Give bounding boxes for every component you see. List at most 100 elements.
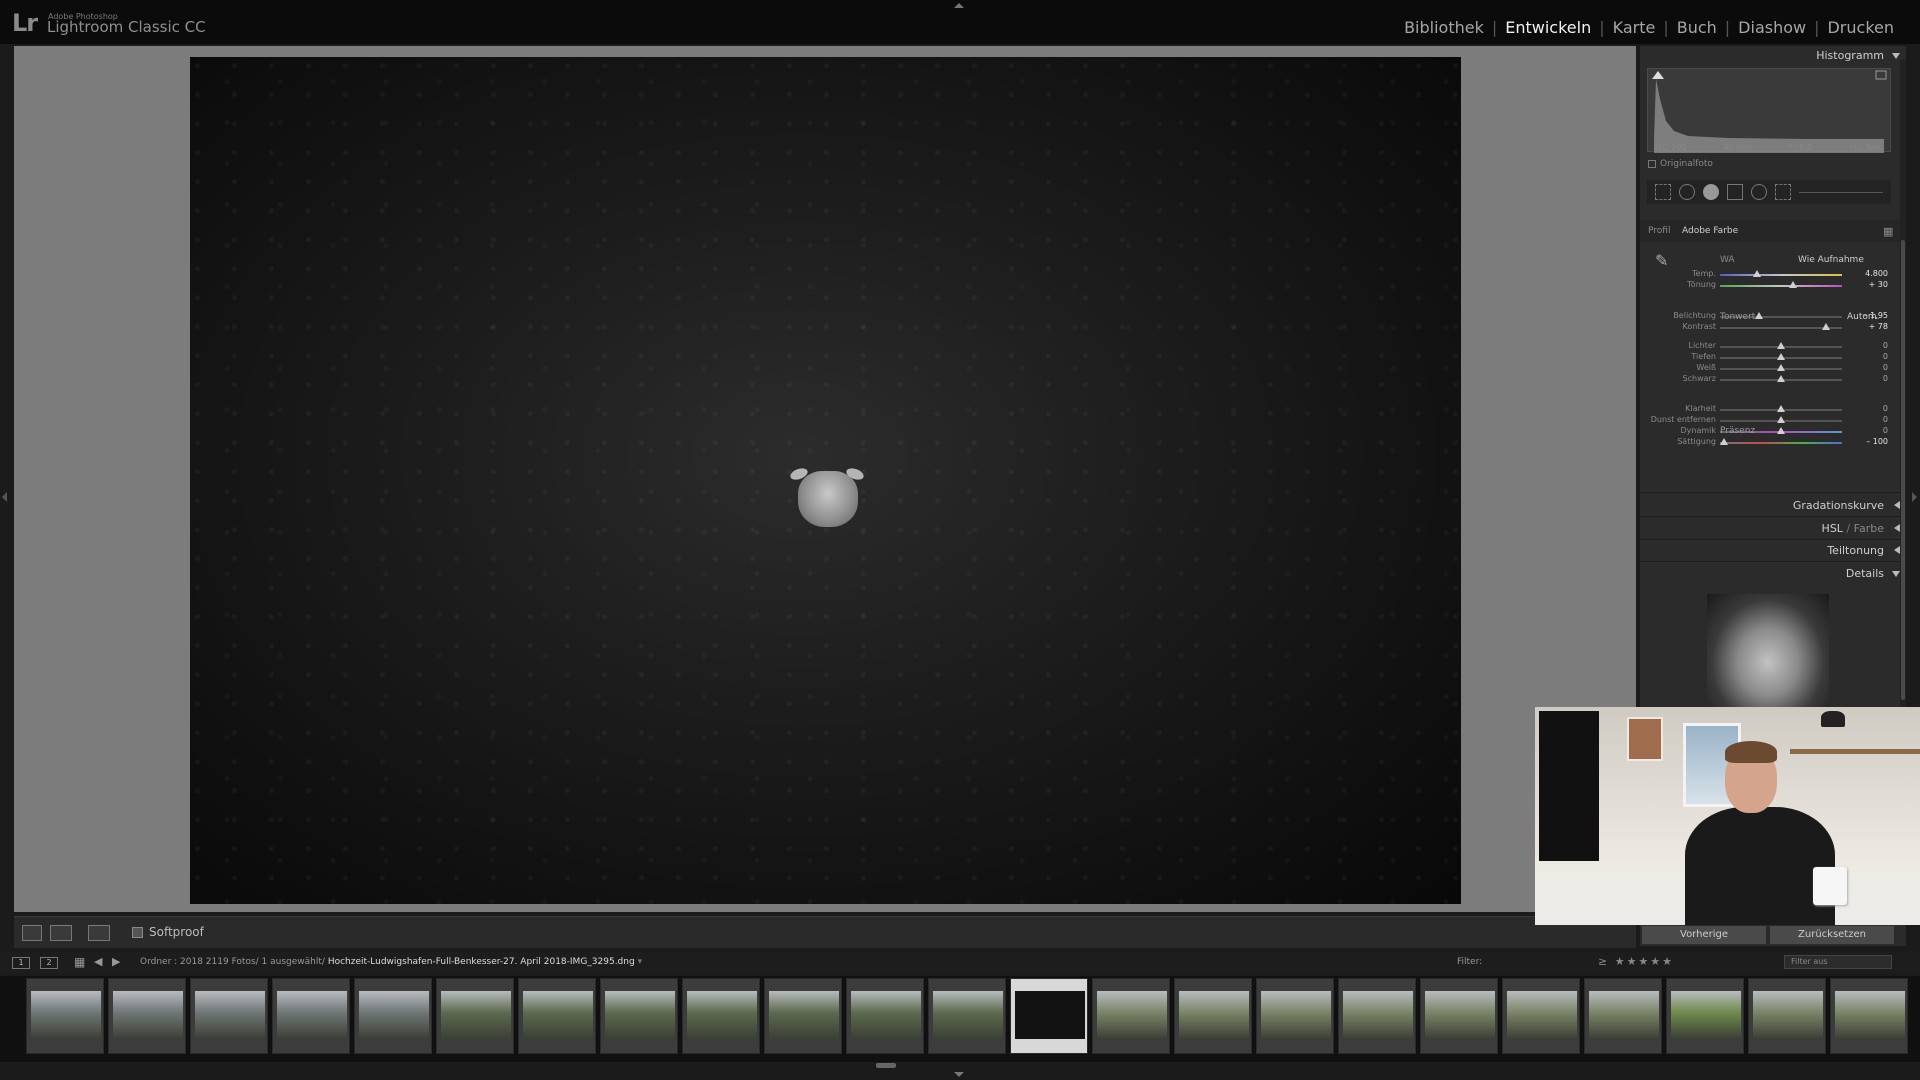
right-panel-toggle-icon[interactable] bbox=[1912, 492, 1917, 502]
filmstrip-thumbnail[interactable] bbox=[682, 978, 760, 1054]
dehaze-value[interactable]: 0 bbox=[1883, 415, 1888, 424]
dehaze-slider-thumb[interactable] bbox=[1777, 416, 1785, 423]
filmstrip-scroll-thumb[interactable] bbox=[876, 1063, 896, 1068]
contrast-value[interactable]: + 78 bbox=[1869, 322, 1888, 331]
filmstrip-thumbnail[interactable] bbox=[1092, 978, 1170, 1054]
histogram-header[interactable]: Histogramm bbox=[1640, 46, 1906, 66]
loupe-view-button[interactable] bbox=[22, 925, 42, 941]
filmstrip-thumbnail[interactable] bbox=[26, 978, 104, 1054]
tint-slider-thumb[interactable] bbox=[1789, 281, 1798, 288]
red-eye-icon[interactable] bbox=[1703, 184, 1719, 200]
highlights-slider-thumb[interactable] bbox=[1777, 342, 1785, 349]
hsl-color-tab[interactable]: Farbe bbox=[1854, 522, 1884, 535]
filmstrip-thumbnail[interactable] bbox=[518, 978, 596, 1054]
histogram[interactable] bbox=[1647, 68, 1891, 153]
panel-scroll-thumb[interactable] bbox=[1901, 240, 1905, 700]
contrast-slider[interactable] bbox=[1720, 323, 1842, 330]
profile-browser-icon[interactable]: ▦ bbox=[1883, 225, 1893, 238]
auto-tone-button[interactable]: Autom. bbox=[1847, 312, 1880, 322]
top-panel-toggle-icon[interactable] bbox=[954, 3, 964, 8]
bottom-panel-toggle-icon[interactable] bbox=[954, 1072, 964, 1077]
back-arrow-icon[interactable]: ◀ bbox=[94, 955, 102, 968]
filmstrip-thumbnail[interactable] bbox=[1666, 978, 1744, 1054]
wb-eyedropper-icon[interactable]: ✎ bbox=[1655, 251, 1668, 270]
original-photo-checkbox[interactable] bbox=[1648, 159, 1656, 168]
temp-value[interactable]: 4.800 bbox=[1865, 269, 1888, 278]
filmstrip-thumbnail[interactable] bbox=[1584, 978, 1662, 1054]
blacks-slider-thumb[interactable] bbox=[1777, 375, 1785, 382]
contrast-slider-thumb[interactable] bbox=[1822, 323, 1831, 330]
original-photo-toggle[interactable]: Originalfoto bbox=[1648, 159, 1713, 169]
blacks-value[interactable]: 0 bbox=[1883, 374, 1888, 383]
saturation-slider-thumb[interactable] bbox=[1719, 438, 1728, 445]
filmstrip-thumbnail[interactable] bbox=[1748, 978, 1826, 1054]
blacks-slider[interactable] bbox=[1720, 375, 1842, 382]
dehaze-slider[interactable] bbox=[1720, 416, 1842, 423]
tone-curve-header[interactable]: Gradationskurve bbox=[1640, 496, 1906, 516]
whites-slider[interactable] bbox=[1720, 364, 1842, 371]
filmstrip-thumbnail[interactable] bbox=[272, 978, 350, 1054]
previous-button[interactable]: Vorherige bbox=[1642, 926, 1766, 944]
tint-value[interactable]: + 30 bbox=[1869, 280, 1888, 289]
filmstrip-source[interactable]: Ordner : 2018 2119 Fotos/ 1 ausgewählt/ … bbox=[140, 957, 642, 967]
whites-value[interactable]: 0 bbox=[1883, 363, 1888, 372]
module-karte[interactable]: Karte bbox=[1605, 18, 1664, 37]
main-window-button[interactable]: 1 bbox=[12, 957, 30, 969]
details-header[interactable]: Details bbox=[1640, 564, 1906, 584]
module-drucken[interactable]: Drucken bbox=[1819, 18, 1902, 37]
filmstrip-thumbnail[interactable] bbox=[764, 978, 842, 1054]
before-after-button[interactable] bbox=[88, 925, 110, 941]
rating-filter[interactable]: ≥ ★★★★★ bbox=[1598, 955, 1674, 968]
exposure-slider-thumb[interactable] bbox=[1755, 312, 1764, 319]
shadows-value[interactable]: 0 bbox=[1883, 352, 1888, 361]
filmstrip-thumbnail[interactable] bbox=[1338, 978, 1416, 1054]
graduated-filter-icon[interactable] bbox=[1727, 184, 1743, 200]
filmstrip-thumbnail[interactable] bbox=[1420, 978, 1498, 1054]
filmstrip-thumbnail[interactable] bbox=[1830, 978, 1908, 1054]
left-panel-toggle-icon[interactable] bbox=[2, 492, 7, 502]
clarity-slider[interactable] bbox=[1720, 405, 1842, 412]
shadows-slider-thumb[interactable] bbox=[1777, 353, 1785, 360]
grid-icon[interactable]: ▦ bbox=[74, 955, 85, 969]
softproof-checkbox[interactable] bbox=[132, 927, 143, 938]
radial-filter-icon[interactable] bbox=[1751, 184, 1767, 200]
temp-slider[interactable] bbox=[1720, 270, 1842, 277]
filmstrip[interactable] bbox=[0, 976, 1920, 1062]
hsl-header[interactable]: HSL / Farbe bbox=[1640, 519, 1906, 539]
vibrance-value[interactable]: 0 bbox=[1883, 426, 1888, 435]
profile-select[interactable]: Adobe Farbe bbox=[1682, 226, 1738, 236]
image-work-area[interactable] bbox=[14, 46, 1636, 912]
details-preview[interactable] bbox=[1707, 594, 1829, 718]
temp-slider-thumb[interactable] bbox=[1752, 270, 1761, 277]
adjustment-brush-icon[interactable] bbox=[1775, 184, 1791, 200]
spot-removal-icon[interactable] bbox=[1679, 184, 1695, 200]
module-buch[interactable]: Buch bbox=[1669, 18, 1725, 37]
filmstrip-thumbnail[interactable] bbox=[1502, 978, 1580, 1054]
filmstrip-thumbnail[interactable] bbox=[436, 978, 514, 1054]
main-photo[interactable] bbox=[190, 57, 1461, 904]
secondary-window-button[interactable]: 2 bbox=[40, 957, 58, 969]
module-diashow[interactable]: Diashow bbox=[1730, 18, 1814, 37]
filmstrip-thumbnail[interactable] bbox=[1256, 978, 1334, 1054]
module-bibliothek[interactable]: Bibliothek bbox=[1396, 18, 1492, 37]
split-toning-header[interactable]: Teiltonung bbox=[1640, 541, 1906, 561]
filter-select[interactable]: Filter aus bbox=[1784, 955, 1892, 969]
filmstrip-thumbnail[interactable] bbox=[1174, 978, 1252, 1054]
filmstrip-thumbnail[interactable] bbox=[600, 978, 678, 1054]
crop-icon[interactable] bbox=[1655, 184, 1671, 200]
shadows-slider[interactable] bbox=[1720, 353, 1842, 360]
filmstrip-thumbnail[interactable] bbox=[108, 978, 186, 1054]
filmstrip-thumbnail[interactable] bbox=[846, 978, 924, 1054]
vibrance-slider-thumb[interactable] bbox=[1777, 427, 1785, 434]
filmstrip-thumbnail[interactable] bbox=[190, 978, 268, 1054]
reset-button[interactable]: Zurücksetzen bbox=[1770, 926, 1894, 944]
forward-arrow-icon[interactable]: ▶ bbox=[112, 955, 120, 968]
filmstrip-thumbnail[interactable] bbox=[354, 978, 432, 1054]
wb-select[interactable]: Wie Aufnahme bbox=[1798, 255, 1864, 265]
saturation-slider[interactable] bbox=[1719, 438, 1842, 445]
whites-slider-thumb[interactable] bbox=[1777, 364, 1785, 371]
clarity-slider-thumb[interactable] bbox=[1777, 405, 1785, 412]
tint-slider[interactable] bbox=[1720, 281, 1842, 288]
clarity-value[interactable]: 0 bbox=[1883, 404, 1888, 413]
highlights-value[interactable]: 0 bbox=[1883, 341, 1888, 350]
